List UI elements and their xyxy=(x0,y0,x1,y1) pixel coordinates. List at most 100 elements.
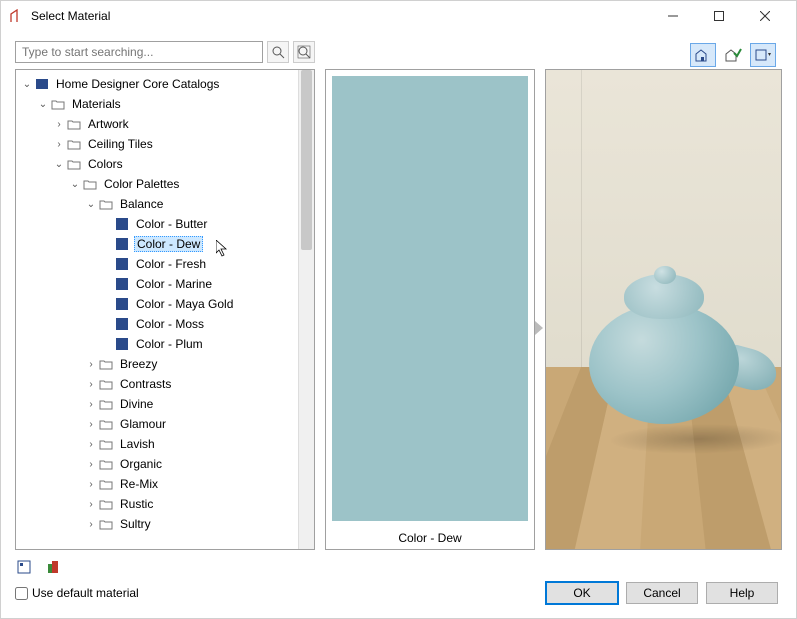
color-tool-button[interactable] xyxy=(43,556,65,578)
tree-row-sultry[interactable]: › Sultry xyxy=(16,514,298,534)
folder-icon xyxy=(98,476,114,492)
chevron-down-icon[interactable]: ⌄ xyxy=(52,159,66,170)
chevron-right-icon[interactable]: › xyxy=(84,439,98,450)
folder-icon xyxy=(98,516,114,532)
material-icon xyxy=(114,276,130,292)
tree-label: Rustic xyxy=(118,497,155,511)
search-input[interactable] xyxy=(15,41,263,63)
chevron-right-icon[interactable]: › xyxy=(84,419,98,430)
chevron-down-icon[interactable]: ⌄ xyxy=(68,179,82,190)
tree-label: Color Palettes xyxy=(102,177,181,191)
preview-column xyxy=(545,41,782,550)
chevron-right-icon[interactable]: › xyxy=(84,399,98,410)
swatch-preview: Color - Dew xyxy=(325,69,535,550)
tree-row-color-plum[interactable]: Color - Plum xyxy=(16,334,298,354)
tree-row-color-dew[interactable]: Color - Dew xyxy=(16,234,298,254)
material-icon xyxy=(114,256,130,272)
ok-button[interactable]: OK xyxy=(546,582,618,604)
tree-label: Ceiling Tiles xyxy=(86,137,155,151)
folder-icon xyxy=(98,456,114,472)
tree-row-artwork[interactable]: › Artwork xyxy=(16,114,298,134)
chevron-right-icon[interactable]: › xyxy=(84,379,98,390)
chevron-right-icon[interactable]: › xyxy=(84,359,98,370)
tree-row-remix[interactable]: › Re-Mix xyxy=(16,474,298,494)
folder-icon xyxy=(66,136,82,152)
folder-icon xyxy=(50,96,66,112)
tree-row-rustic[interactable]: › Rustic xyxy=(16,494,298,514)
tree-row-lavish[interactable]: › Lavish xyxy=(16,434,298,454)
tree-label: Glamour xyxy=(118,417,168,431)
tree-row-colors[interactable]: ⌄ Colors xyxy=(16,154,298,174)
catalog-tree[interactable]: ⌄Home Designer Core Catalogs ⌄Materials … xyxy=(15,69,315,550)
app-icon xyxy=(9,8,25,24)
chevron-down-icon[interactable]: ⌄ xyxy=(20,79,34,90)
tree-row-color-marine[interactable]: Color - Marine xyxy=(16,274,298,294)
chevron-right-icon[interactable]: › xyxy=(84,519,98,530)
preview-model-teapot xyxy=(569,274,759,444)
folder-icon xyxy=(98,436,114,452)
search-button[interactable] xyxy=(267,41,289,63)
chevron-down-icon[interactable]: ⌄ xyxy=(84,199,98,210)
library-tool-button[interactable] xyxy=(15,556,37,578)
tree-row-palettes[interactable]: ⌄ Color Palettes xyxy=(16,174,298,194)
material-icon xyxy=(114,236,130,252)
tree-row-balance[interactable]: ⌄Balance xyxy=(16,194,298,214)
material-icon xyxy=(114,296,130,312)
chevron-down-icon[interactable]: ⌄ xyxy=(36,99,50,110)
toggle-preview-button[interactable] xyxy=(690,43,716,67)
tree-label: Color - Moss xyxy=(134,317,206,331)
tree-row-color-maya[interactable]: Color - Maya Gold xyxy=(16,294,298,314)
tree-row-breezy[interactable]: ›Breezy xyxy=(16,354,298,374)
tree-row-contrasts[interactable]: › Contrasts xyxy=(16,374,298,394)
tree-label: Materials xyxy=(70,97,123,111)
tree-label: Color - Dew xyxy=(134,236,203,252)
cancel-button[interactable]: Cancel xyxy=(626,582,698,604)
tree-label: Organic xyxy=(118,457,164,471)
apply-material-button[interactable] xyxy=(720,43,746,67)
minimize-button[interactable] xyxy=(650,1,696,31)
footer-tools xyxy=(15,556,782,578)
dialog-buttons: OK Cancel Help xyxy=(15,582,782,604)
tree-label: Lavish xyxy=(118,437,157,451)
tree-label: Sultry xyxy=(118,517,153,531)
catalog-column: ⌄Home Designer Core Catalogs ⌄Materials … xyxy=(15,41,315,550)
chevron-right-icon[interactable]: › xyxy=(52,119,66,130)
tree-row-color-moss[interactable]: Color - Moss xyxy=(16,314,298,334)
tree-label: Artwork xyxy=(86,117,131,131)
preview-options-button[interactable] xyxy=(750,43,776,67)
material-icon xyxy=(114,336,130,352)
chevron-right-icon[interactable]: › xyxy=(84,479,98,490)
help-button[interactable]: Help xyxy=(706,582,778,604)
tree-row-materials[interactable]: ⌄ Materials xyxy=(16,94,298,114)
tree-scrollbar[interactable] xyxy=(298,70,314,549)
tree-row-ceiling[interactable]: › Ceiling Tiles xyxy=(16,134,298,154)
tree-row-color-fresh[interactable]: Color - Fresh xyxy=(16,254,298,274)
dialog-content: ⌄Home Designer Core Catalogs ⌄Materials … xyxy=(1,31,796,550)
folder-icon xyxy=(98,496,114,512)
chevron-right-icon[interactable]: › xyxy=(84,499,98,510)
chevron-right-icon[interactable]: › xyxy=(52,139,66,150)
tree-label: Colors xyxy=(86,157,125,171)
catalog-icon xyxy=(34,76,50,92)
tree-row-organic[interactable]: › Organic xyxy=(16,454,298,474)
search-options-button[interactable] xyxy=(293,41,315,63)
tree-row-color-butter[interactable]: Color - Butter xyxy=(16,214,298,234)
chevron-right-icon[interactable]: › xyxy=(84,459,98,470)
window-title: Select Material xyxy=(31,9,110,23)
close-button[interactable] xyxy=(742,1,788,31)
tree-scroll-thumb[interactable] xyxy=(301,70,312,250)
folder-icon xyxy=(66,156,82,172)
splitter-handle[interactable] xyxy=(535,321,543,335)
tree-row-root[interactable]: ⌄Home Designer Core Catalogs xyxy=(16,74,298,94)
tree-label: Divine xyxy=(118,397,155,411)
folder-icon xyxy=(66,116,82,132)
tree-label: Re-Mix xyxy=(118,477,160,491)
tree-row-glamour[interactable]: › Glamour xyxy=(16,414,298,434)
tree-row-divine[interactable]: › Divine xyxy=(16,394,298,414)
folder-icon xyxy=(98,376,114,392)
tree-label: Contrasts xyxy=(118,377,173,391)
tree-label: Color - Maya Gold xyxy=(134,297,235,311)
maximize-button[interactable] xyxy=(696,1,742,31)
folder-icon xyxy=(98,356,114,372)
preview-3d[interactable] xyxy=(545,69,782,550)
